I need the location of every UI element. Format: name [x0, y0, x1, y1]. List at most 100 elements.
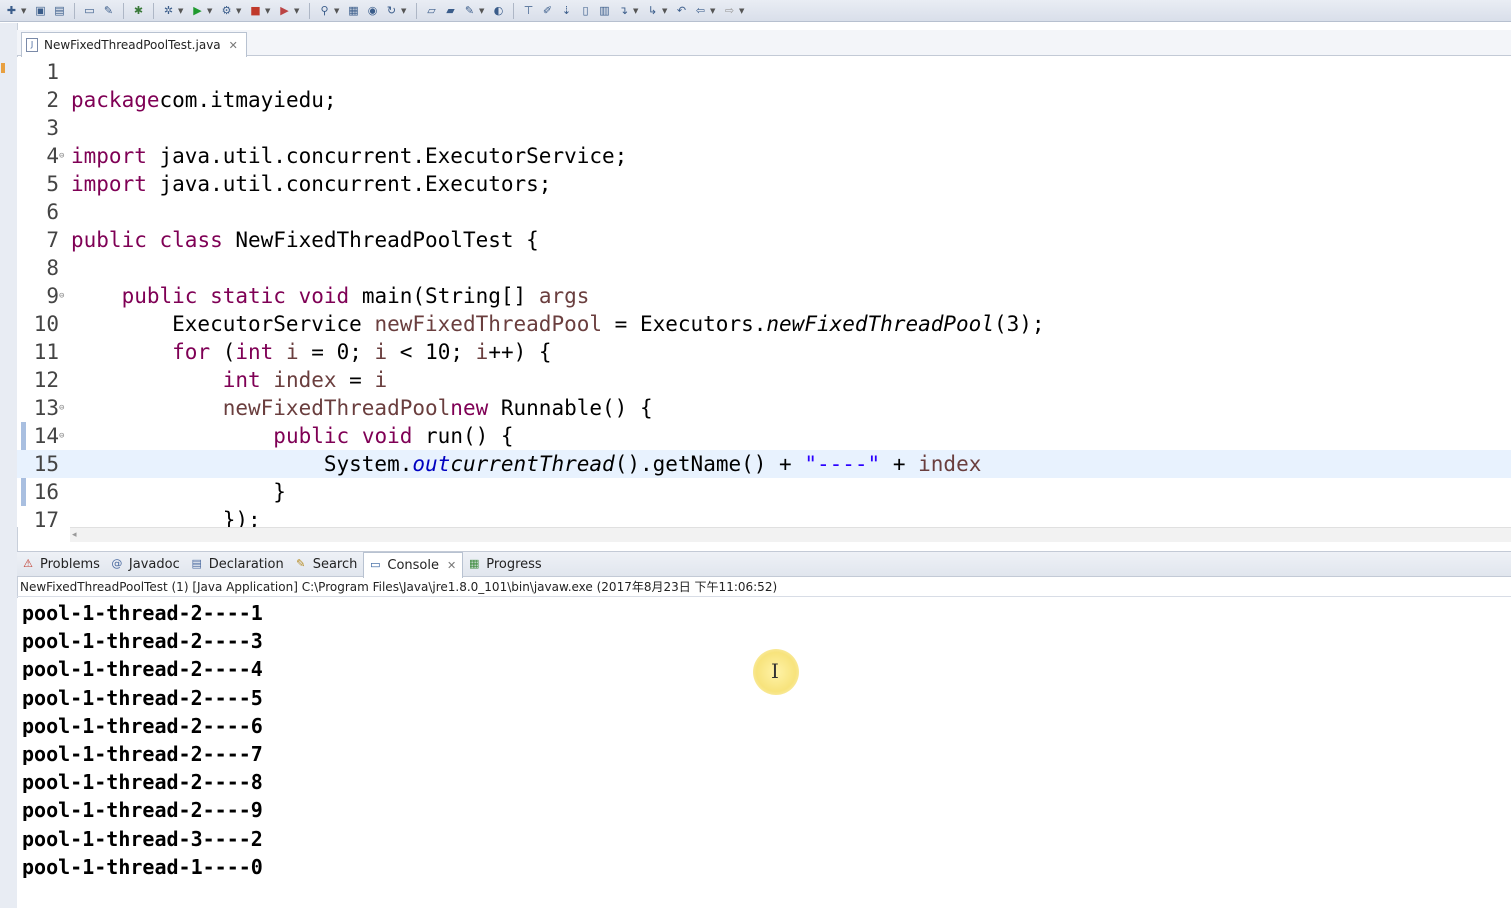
- chevron-down-icon[interactable]: ▼: [739, 7, 745, 15]
- code-token: main(String[]: [349, 284, 539, 308]
- chevron-down-icon[interactable]: ▼: [334, 7, 340, 15]
- new-class-icon[interactable]: ◉: [365, 3, 380, 18]
- code-token: ++) {: [488, 340, 552, 364]
- save-all-icon[interactable]: ▤: [52, 3, 67, 18]
- save-icon[interactable]: ▣: [33, 3, 48, 18]
- print-icon[interactable]: ▭: [82, 3, 97, 18]
- new-icon[interactable]: ✚: [4, 3, 19, 18]
- code-line[interactable]: 7 public class NewFixedThreadPoolTest {: [17, 226, 1511, 254]
- toggle-mark-icon[interactable]: ✐: [540, 3, 555, 18]
- run-icon[interactable]: ▶: [190, 3, 205, 18]
- code-line[interactable]: 2 packagecom.itmayiedu;: [17, 86, 1511, 114]
- tab-label: Search: [312, 556, 358, 572]
- scroll-left-icon[interactable]: ◂: [72, 528, 77, 542]
- code-line[interactable]: 12 int index = i: [17, 366, 1511, 394]
- code-line[interactable]: 3: [17, 114, 1511, 142]
- open-folder-icon[interactable]: ▱: [424, 3, 439, 18]
- console-output[interactable]: pool-1-thread-2----1 pool-1-thread-2----3…: [17, 598, 1511, 908]
- code-text: public class NewFixedThreadPoolTest {: [71, 226, 539, 254]
- chevron-down-icon[interactable]: ▼: [178, 7, 184, 15]
- tab-label: Problems: [40, 556, 100, 572]
- code-editor[interactable]: 1 2 packagecom.itmayiedu; 3 4 ⊖ import java.ut…: [17, 57, 1511, 527]
- fold-collapse-icon[interactable]: ⊖: [59, 282, 69, 310]
- bug-icon[interactable]: ✱: [131, 3, 146, 18]
- chevron-down-icon[interactable]: ▼: [236, 7, 242, 15]
- code-token: =: [336, 368, 375, 392]
- profile-icon[interactable]: ▶: [277, 3, 292, 18]
- close-icon[interactable]: ✕: [229, 39, 238, 52]
- open-perspective-icon[interactable]: ◐: [491, 3, 506, 18]
- prev-edit-icon[interactable]: ↳: [645, 3, 660, 18]
- stop-icon[interactable]: ■: [248, 3, 263, 18]
- code-line[interactable]: 14 ⊖ public void run() {: [17, 422, 1511, 450]
- last-edit-icon[interactable]: ↶: [674, 3, 689, 18]
- gear-icon[interactable]: ✲: [161, 3, 176, 18]
- new-package-icon[interactable]: ▦: [346, 3, 361, 18]
- toolbar-separator: [74, 2, 75, 19]
- code-line[interactable]: 9 ⊖ public static void main(String[] args: [17, 282, 1511, 310]
- tab-progress[interactable]: ▦ Progress: [463, 552, 547, 576]
- pin-icon[interactable]: ⊤: [521, 3, 536, 18]
- open-type-icon[interactable]: ▰: [443, 3, 458, 18]
- chevron-down-icon[interactable]: ▼: [479, 7, 485, 15]
- fold-collapse-icon[interactable]: ⊖: [59, 394, 69, 422]
- code-token: void: [361, 424, 413, 448]
- tab-console[interactable]: ▭ Console ✕: [363, 551, 464, 578]
- show-whitespace-icon[interactable]: ▯: [578, 3, 593, 18]
- fold-collapse-icon[interactable]: ⊖: [59, 422, 69, 450]
- code-text: newFixedThreadPoolnew Runnable() {: [71, 394, 653, 422]
- refresh-icon[interactable]: ↻: [384, 3, 399, 18]
- search-flashlight-icon: ✎: [296, 557, 306, 570]
- navigate-forward-icon[interactable]: ⇨: [722, 3, 737, 18]
- tab-problems[interactable]: ⚠ Problems: [17, 552, 106, 576]
- code-line[interactable]: 6: [17, 198, 1511, 226]
- toolbar-separator: [309, 2, 310, 19]
- chevron-down-icon[interactable]: ▼: [21, 7, 27, 15]
- chevron-down-icon[interactable]: ▼: [207, 7, 213, 15]
- code-line[interactable]: 10 ExecutorService newFixedThreadPool = …: [17, 310, 1511, 338]
- line-number: 14: [33, 424, 59, 448]
- tab-search[interactable]: ✎ Search: [290, 552, 364, 576]
- open-task-icon[interactable]: ✎: [462, 3, 477, 18]
- external-tools-icon[interactable]: ⚙: [219, 3, 234, 18]
- code-line[interactable]: 4 ⊖ import java.util.concurrent.ExecutorSe…: [17, 142, 1511, 170]
- code-text: packagecom.itmayiedu;: [71, 86, 337, 114]
- next-edit-icon[interactable]: ↴: [616, 3, 631, 18]
- code-text: ExecutorService newFixedThreadPool = Exe…: [71, 310, 1044, 338]
- close-icon[interactable]: ✕: [447, 559, 456, 572]
- tab-label: Javadoc: [128, 556, 180, 572]
- code-token: public: [273, 424, 350, 448]
- chevron-down-icon[interactable]: ▼: [294, 7, 300, 15]
- code-line[interactable]: 15 System.outcurrentThread().getName() +…: [17, 450, 1511, 478]
- code-token: ().getName() +: [614, 452, 805, 476]
- code-line[interactable]: 11 for (int i = 0; i < 10; i++) {: [17, 338, 1511, 366]
- fold-collapse-icon[interactable]: ⊖: [59, 142, 69, 170]
- code-line[interactable]: 5 import java.util.concurrent.Executors;: [17, 170, 1511, 198]
- line-number: 2: [46, 88, 59, 112]
- chevron-down-icon[interactable]: ▼: [401, 7, 407, 15]
- console-output-line: pool-1-thread-1----0: [22, 854, 263, 879]
- code-line[interactable]: 13 ⊖ newFixedThreadPoolnew Runnable() {: [17, 394, 1511, 422]
- editor-tab-file[interactable]: J NewFixedThreadPoolTest.java ✕: [21, 32, 247, 57]
- search-icon[interactable]: ⚲: [317, 3, 332, 18]
- skip-breakpoints-icon[interactable]: ✎: [101, 3, 116, 18]
- code-text: int index = i: [71, 366, 387, 394]
- tab-declaration[interactable]: ▤ Declaration: [186, 552, 290, 576]
- navigate-back-icon[interactable]: ⇦: [693, 3, 708, 18]
- chevron-down-icon[interactable]: ▼: [633, 7, 639, 15]
- code-line[interactable]: 1: [17, 58, 1511, 86]
- code-text: import java.util.concurrent.ExecutorServ…: [71, 142, 627, 170]
- chevron-down-icon[interactable]: ▼: [265, 7, 271, 15]
- tab-javadoc[interactable]: @ Javadoc: [106, 552, 186, 576]
- code-line[interactable]: 17 });: [17, 506, 1511, 527]
- next-annotation-icon[interactable]: ⇣: [559, 3, 574, 18]
- line-number: 5: [46, 172, 59, 196]
- code-line[interactable]: 8: [17, 254, 1511, 282]
- horizontal-scrollbar[interactable]: ◂: [70, 527, 1511, 542]
- chevron-down-icon[interactable]: ▼: [710, 7, 716, 15]
- block-select-icon[interactable]: ▥: [597, 3, 612, 18]
- chevron-down-icon[interactable]: ▼: [662, 7, 668, 15]
- code-line[interactable]: 16 }: [17, 478, 1511, 506]
